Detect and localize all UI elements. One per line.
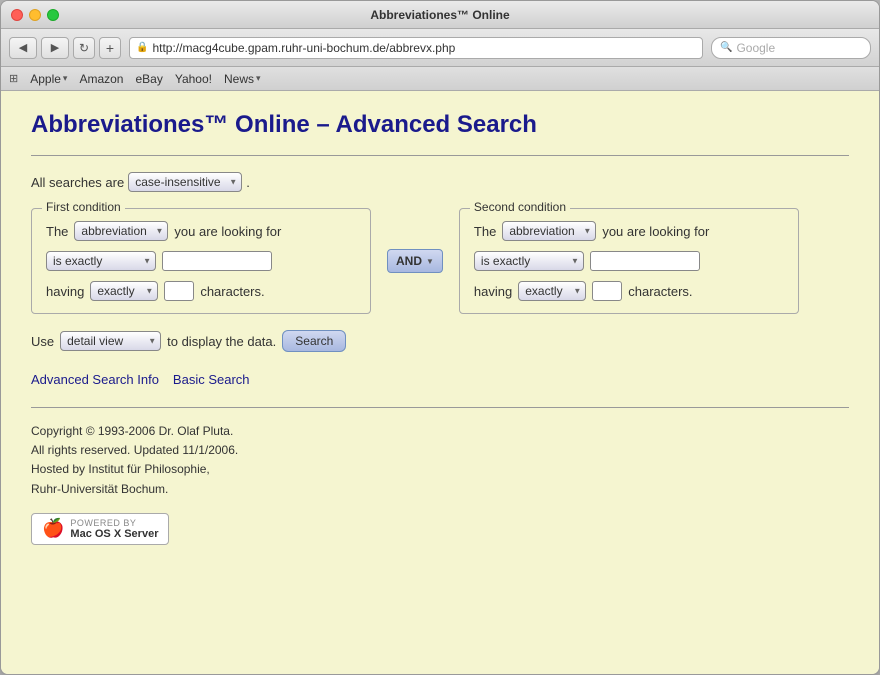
first-char-select[interactable]: exactly at least at most [90,281,158,301]
and-button[interactable]: AND ▼ [387,249,443,273]
toolbar: ◀ ▶ ↻ + 🔒 http://macg4cube.gpam.ruhr-uni… [1,29,879,67]
page-title: Abbreviationes™ Online – Advanced Search [31,111,849,139]
bookmarks-icon: ⊞ [9,72,18,85]
macos-label: Mac OS X Server [70,528,158,540]
maximize-button[interactable] [47,9,59,21]
second-match-select-wrapper[interactable]: is exactly contains starts with ends wit… [474,251,584,271]
use-label: Use [31,334,54,349]
display-select-wrapper[interactable]: detail view compact view [60,331,161,351]
browser-window: Abbreviationes™ Online ◀ ▶ ↻ + 🔒 http://… [0,0,880,675]
first-char-select-wrapper[interactable]: exactly at least at most [90,281,158,301]
first-match-row: is exactly contains starts with ends wit… [46,251,356,271]
footer-divider [31,407,849,408]
display-suffix: to display the data. [167,334,276,349]
news-arrow-icon: ▾ [256,73,261,84]
title-bar: Abbreviationes™ Online [1,1,879,29]
second-having-label: having [474,284,512,299]
conditions-row: First condition The abbreviation expansi… [31,208,849,314]
first-the-label: The [46,224,68,239]
first-field-select[interactable]: abbreviation expansion [74,221,168,241]
search-button[interactable]: Search [282,330,346,352]
search-icon: 🔍 [720,42,732,53]
search-bar[interactable]: 🔍 Google [711,37,871,59]
first-field-row: The abbreviation expansion you are looki… [46,221,356,241]
first-having-label: having [46,284,84,299]
first-looking-label: you are looking for [174,224,281,239]
and-label: AND [396,254,422,268]
back-button[interactable]: ◀ [9,37,37,59]
second-char-select-wrapper[interactable]: exactly at least at most [518,281,586,301]
second-condition-box: Second condition The abbreviation expans… [459,208,799,314]
first-condition-legend: First condition [42,200,125,214]
second-having-row: having exactly at least at most characte… [474,281,784,301]
second-characters-label: characters. [628,284,692,299]
first-char-input[interactable] [164,281,194,301]
first-match-select[interactable]: is exactly contains starts with ends wit… [46,251,156,271]
second-the-label: The [474,224,496,239]
case-select-wrapper[interactable]: case-insensitive case-sensitive [128,172,242,192]
add-tab-button[interactable]: + [99,37,121,59]
second-match-row: is exactly contains starts with ends wit… [474,251,784,271]
and-arrow-icon: ▼ [426,257,434,266]
bookmark-news[interactable]: News ▾ [224,72,261,86]
first-characters-label: characters. [200,284,264,299]
window-title: Abbreviationes™ Online [370,8,509,22]
first-match-input[interactable] [162,251,272,271]
advanced-search-info-link[interactable]: Advanced Search Info [31,372,159,387]
first-field-select-wrapper[interactable]: abbreviation expansion [74,221,168,241]
url-display: http://macg4cube.gpam.ruhr-uni-bochum.de… [152,41,455,55]
case-label: All searches are [31,175,124,190]
bookmark-yahoo[interactable]: Yahoo! [175,72,212,86]
forward-button[interactable]: ▶ [41,37,69,59]
macos-badge[interactable]: 🍎 POWERED BY Mac OS X Server [31,513,169,545]
traffic-lights [11,9,59,21]
second-field-select-wrapper[interactable]: abbreviation expansion [502,221,596,241]
second-match-input[interactable] [590,251,700,271]
apple-arrow-icon: ▾ [63,73,68,84]
basic-search-link[interactable]: Basic Search [173,372,250,387]
second-field-select[interactable]: abbreviation expansion [502,221,596,241]
security-icon: 🔒 [136,42,148,53]
display-row: Use detail view compact view to display … [31,330,849,352]
first-condition-box: First condition The abbreviation expansi… [31,208,371,314]
case-row: All searches are case-insensitive case-s… [31,172,849,192]
case-select[interactable]: case-insensitive case-sensitive [128,172,242,192]
apple-logo-icon: 🍎 [42,518,64,539]
first-match-select-wrapper[interactable]: is exactly contains starts with ends wit… [46,251,156,271]
minimize-button[interactable] [29,9,41,21]
refresh-button[interactable]: ↻ [73,37,95,59]
links-row: Advanced Search Info Basic Search [31,372,849,387]
bookmark-apple[interactable]: Apple ▾ [30,72,67,86]
second-looking-label: you are looking for [602,224,709,239]
bookmark-amazon[interactable]: Amazon [79,72,123,86]
second-char-select[interactable]: exactly at least at most [518,281,586,301]
bookmark-ebay[interactable]: eBay [135,72,162,86]
display-select[interactable]: detail view compact view [60,331,161,351]
search-placeholder: Google [736,41,775,55]
powered-by-label: POWERED BY [70,518,158,528]
first-having-row: having exactly at least at most characte… [46,281,356,301]
close-button[interactable] [11,9,23,21]
bookmarks-bar: ⊞ Apple ▾ Amazon eBay Yahoo! News ▾ [1,67,879,91]
address-bar[interactable]: 🔒 http://macg4cube.gpam.ruhr-uni-bochum.… [129,37,703,59]
case-period: . [246,175,250,190]
copyright-text: Copyright © 1993-2006 Dr. Olaf Pluta. Al… [31,422,849,499]
second-char-input[interactable] [592,281,622,301]
title-divider [31,155,849,156]
second-condition-legend: Second condition [470,200,570,214]
second-match-select[interactable]: is exactly contains starts with ends wit… [474,251,584,271]
second-field-row: The abbreviation expansion you are looki… [474,221,784,241]
page-content: Abbreviationes™ Online – Advanced Search… [1,91,879,674]
macos-text-wrap: POWERED BY Mac OS X Server [70,518,158,540]
